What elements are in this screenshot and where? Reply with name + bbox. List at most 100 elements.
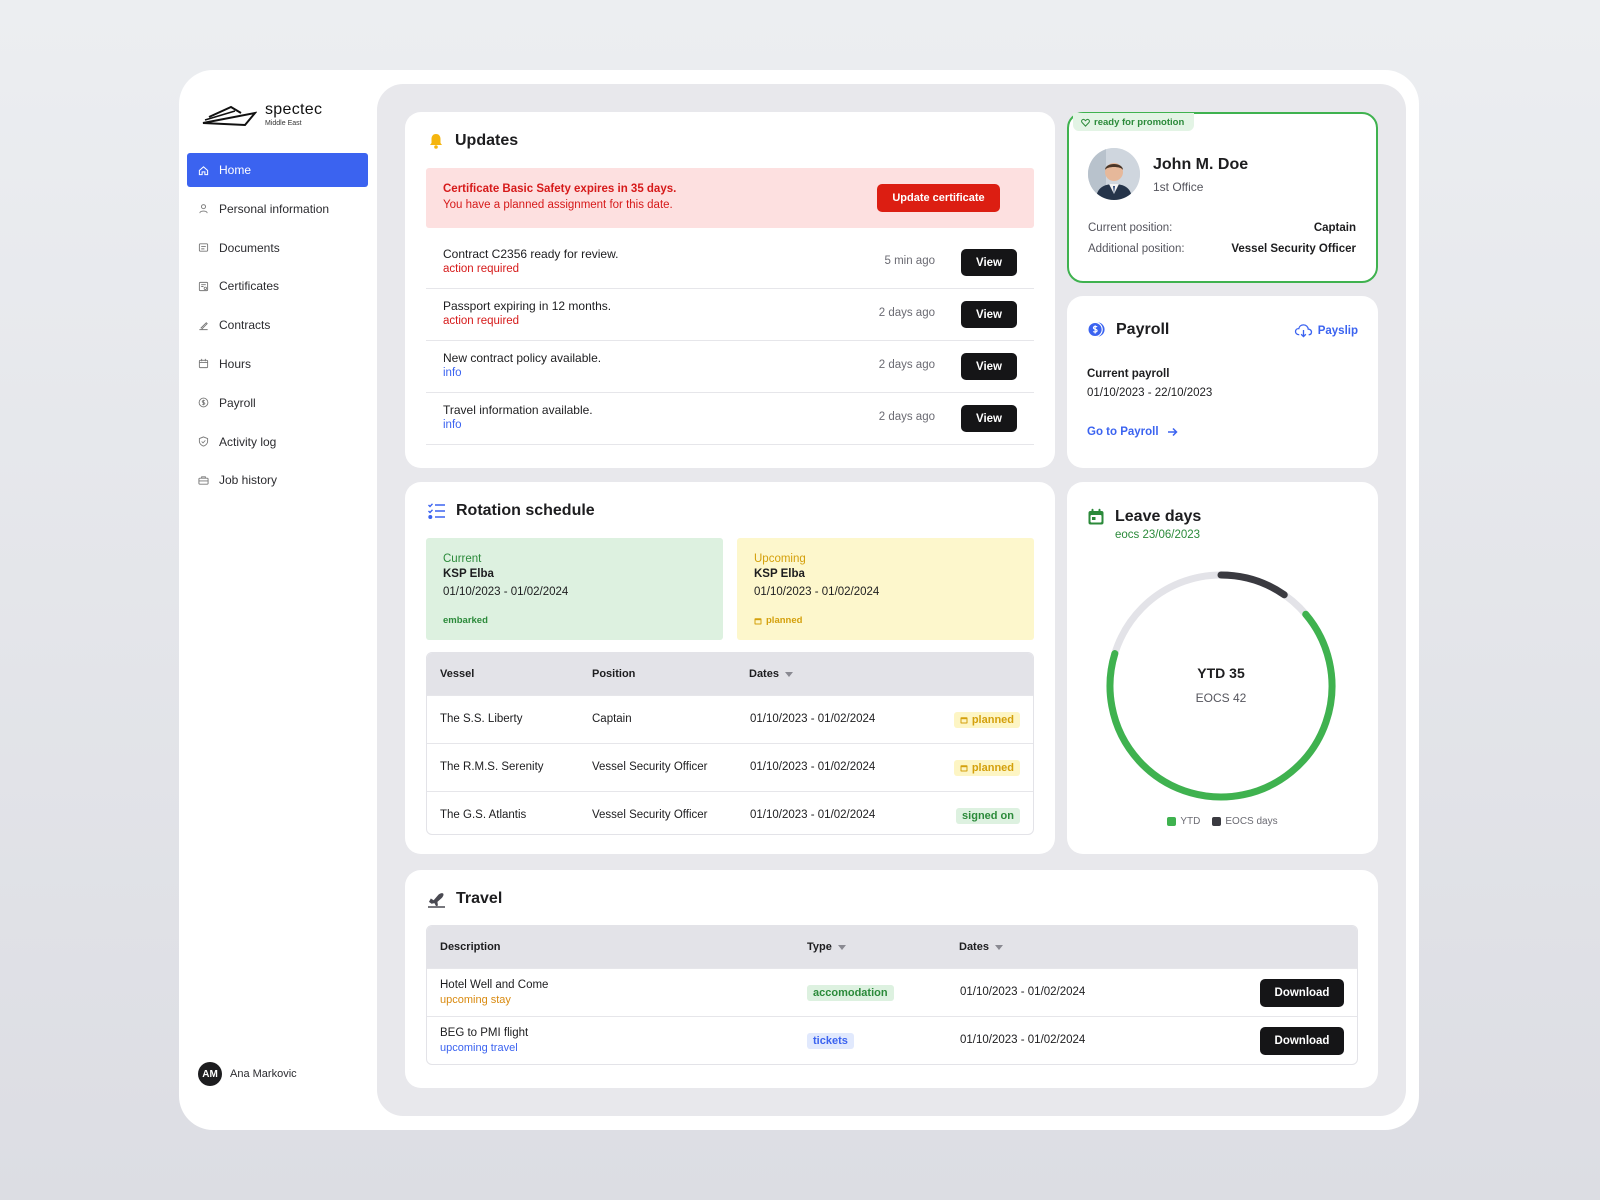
view-button[interactable]: View [961, 249, 1017, 276]
sidebar-item-job-history[interactable]: Job history [187, 463, 368, 497]
heart-icon [1081, 118, 1090, 127]
donut-legend: YTD EOCS days [1067, 816, 1378, 827]
sidebar-item-documents[interactable]: Documents [187, 231, 368, 265]
current-payroll-label: Current payroll [1087, 368, 1170, 380]
cell-vessel: The R.M.S. Serenity [440, 761, 544, 773]
sidebar-item-personal-information[interactable]: Personal information [187, 192, 368, 226]
download-button[interactable]: Download [1260, 979, 1344, 1007]
column-header-type[interactable]: Type [807, 941, 846, 953]
cell-description: BEG to PMI flight [440, 1027, 529, 1039]
calendar-icon [754, 617, 762, 624]
additional-position-value: Vessel Security Officer [1231, 243, 1356, 255]
cell-dates: 01/10/2023 - 01/02/2024 [960, 986, 1086, 998]
table-row[interactable]: The R.M.S. Serenity Vessel Security Offi… [427, 743, 1033, 791]
arrow-right-icon [1167, 427, 1178, 437]
type-badge: tickets [807, 1033, 854, 1049]
status-badge: planned [953, 712, 1020, 728]
app-window: spectec Middle East Home Personal inform… [179, 70, 1419, 1130]
view-button[interactable]: View [961, 353, 1017, 380]
person-icon [198, 203, 209, 214]
view-button[interactable]: View [961, 301, 1017, 328]
sidebar-item-label: Contracts [219, 318, 271, 333]
sidebar-item-payroll[interactable]: Payroll [187, 386, 368, 420]
airplane-icon [428, 892, 445, 908]
legend-ytd: YTD [1167, 816, 1200, 827]
cell-description: Hotel Well and Come [440, 979, 549, 991]
brand-logo[interactable]: spectec Middle East [201, 102, 322, 127]
payslip-link[interactable]: Payslip [1294, 323, 1358, 338]
update-tag: action required [443, 315, 520, 327]
cell-dates: 01/10/2023 - 01/02/2024 [750, 761, 876, 773]
update-time: 2 days ago [878, 411, 935, 423]
cell-dates: 01/10/2023 - 01/02/2024 [750, 713, 876, 725]
upcoming-rotation: Upcoming KSP Elba 01/10/2023 - 01/02/202… [737, 538, 1034, 640]
brand-name: spectec [265, 101, 323, 118]
download-button[interactable]: Download [1260, 1027, 1344, 1055]
update-time: 2 days ago [878, 359, 935, 371]
sidebar-item-activity-log[interactable]: Activity log [187, 425, 368, 459]
table-header: Description Type Dates [427, 926, 1357, 968]
leave-title: Leave days [1087, 508, 1201, 526]
travel-title: Travel [427, 890, 502, 908]
calendar-icon [960, 765, 968, 772]
sidebar-nav: Home Personal information Documents Cert… [187, 153, 368, 502]
sidebar-item-label: Personal information [219, 201, 330, 216]
sidebar-item-label: Activity log [219, 434, 277, 449]
column-header-description: Description [440, 941, 501, 953]
user-name: Ana Markovic [230, 1068, 297, 1080]
sidebar-item-home[interactable]: Home [187, 153, 368, 187]
update-text: New contract policy available. [443, 351, 602, 365]
cell-position: Captain [592, 713, 632, 725]
alert-title: Certificate Basic Safety expires in 35 d… [443, 183, 677, 195]
payroll-card: Payroll Payslip Current payroll 01/10/20… [1067, 296, 1378, 468]
sidebar-item-contracts[interactable]: Contracts [187, 308, 368, 342]
column-header-dates[interactable]: Dates [749, 668, 793, 680]
sidebar-item-label: Hours [219, 356, 252, 371]
column-header-vessel: Vessel [440, 668, 475, 680]
document-icon [198, 242, 209, 253]
table-row[interactable]: Hotel Well and Come upcoming stay accomo… [427, 968, 1357, 1016]
current-label: Current [443, 553, 482, 565]
update-certificate-button[interactable]: Update certificate [877, 184, 1000, 212]
go-to-payroll-link[interactable]: Go to Payroll [1087, 426, 1178, 438]
calendar-icon [1088, 508, 1104, 525]
table-row[interactable]: BEG to PMI flight upcoming travel ticket… [427, 1016, 1357, 1064]
column-header-dates[interactable]: Dates [959, 941, 1003, 953]
update-tag: info [443, 367, 462, 379]
sidebar-item-hours[interactable]: Hours [187, 347, 368, 381]
cell-dates: 01/10/2023 - 01/02/2024 [960, 1034, 1086, 1046]
sort-down-icon [994, 944, 1003, 950]
current-position-label: Current position: [1088, 222, 1173, 234]
sidebar-item-label: Job history [219, 473, 278, 488]
sidebar-item-certificates[interactable]: Certificates [187, 269, 368, 303]
sidebar-item-label: Home [219, 163, 252, 177]
table-row[interactable]: The S.S. Liberty Captain 01/10/2023 - 01… [427, 695, 1033, 743]
ytd-arc [1106, 610, 1336, 801]
calendar-icon [960, 717, 968, 724]
rotation-table: Vessel Position Dates The S.S. Liberty C… [426, 652, 1034, 835]
sidebar-item-label: Documents [219, 240, 280, 255]
rotation-schedule-card: Rotation schedule Current KSP Elba 01/10… [405, 482, 1055, 854]
cell-description-sub: upcoming travel [440, 1042, 518, 1054]
updates-title: Updates [427, 132, 518, 150]
status-badge: embarked [443, 615, 488, 626]
ship-logo-icon [202, 105, 257, 126]
alert-text: You have a planned assignment for this d… [443, 199, 673, 211]
sort-down-icon [837, 944, 846, 950]
update-tag: action required [443, 263, 520, 275]
sidebar-item-label: Payroll [219, 395, 256, 410]
user-profile-menu[interactable]: AM Ana Markovic [198, 1062, 297, 1086]
table-row[interactable]: The G.S. Atlantis Vessel Security Office… [427, 791, 1033, 834]
profile-photo-icon [1088, 148, 1140, 200]
brand-sub: Middle East [265, 120, 302, 127]
sidebar: spectec Middle East Home Personal inform… [187, 70, 369, 1130]
avatar [1088, 148, 1140, 200]
certificate-alert: Certificate Basic Safety expires in 35 d… [426, 168, 1034, 228]
upcoming-dates: 01/10/2023 - 01/02/2024 [754, 586, 880, 598]
status-badge: planned [953, 760, 1020, 776]
current-rotation: Current KSP Elba 01/10/2023 - 01/02/2024… [426, 538, 723, 640]
status-badge: planned [754, 615, 802, 626]
view-button[interactable]: View [961, 405, 1017, 432]
donut-center-sub: EOCS 42 [1196, 691, 1247, 705]
column-header-position: Position [592, 668, 636, 680]
